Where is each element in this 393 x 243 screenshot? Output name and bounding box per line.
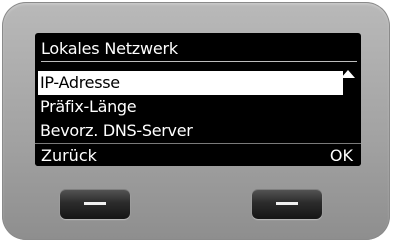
menu-item-ip-adresse[interactable]: IP-Adresse <box>38 71 343 95</box>
menu-item-praefix-laenge[interactable]: Präfix-Länge <box>40 95 137 119</box>
dash-icon <box>84 202 106 205</box>
display-screen: Lokales Netzwerk IP-Adresse Präfix-Länge… <box>35 33 361 166</box>
dash-icon <box>276 202 298 205</box>
right-display-key-button[interactable] <box>252 189 322 219</box>
phone-device-frame: Lokales Netzwerk IP-Adresse Präfix-Länge… <box>2 2 390 240</box>
left-display-key-button[interactable] <box>60 189 130 219</box>
softkey-bar: Zurück OK <box>35 143 361 166</box>
menu-item-dns-server[interactable]: Bevorz. DNS-Server <box>40 119 193 143</box>
screen-title: Lokales Netzwerk <box>41 36 357 62</box>
softkey-ok[interactable]: OK <box>330 144 353 166</box>
softkey-back[interactable]: Zurück <box>41 144 97 166</box>
scroll-up-arrow-icon[interactable] <box>341 70 355 78</box>
